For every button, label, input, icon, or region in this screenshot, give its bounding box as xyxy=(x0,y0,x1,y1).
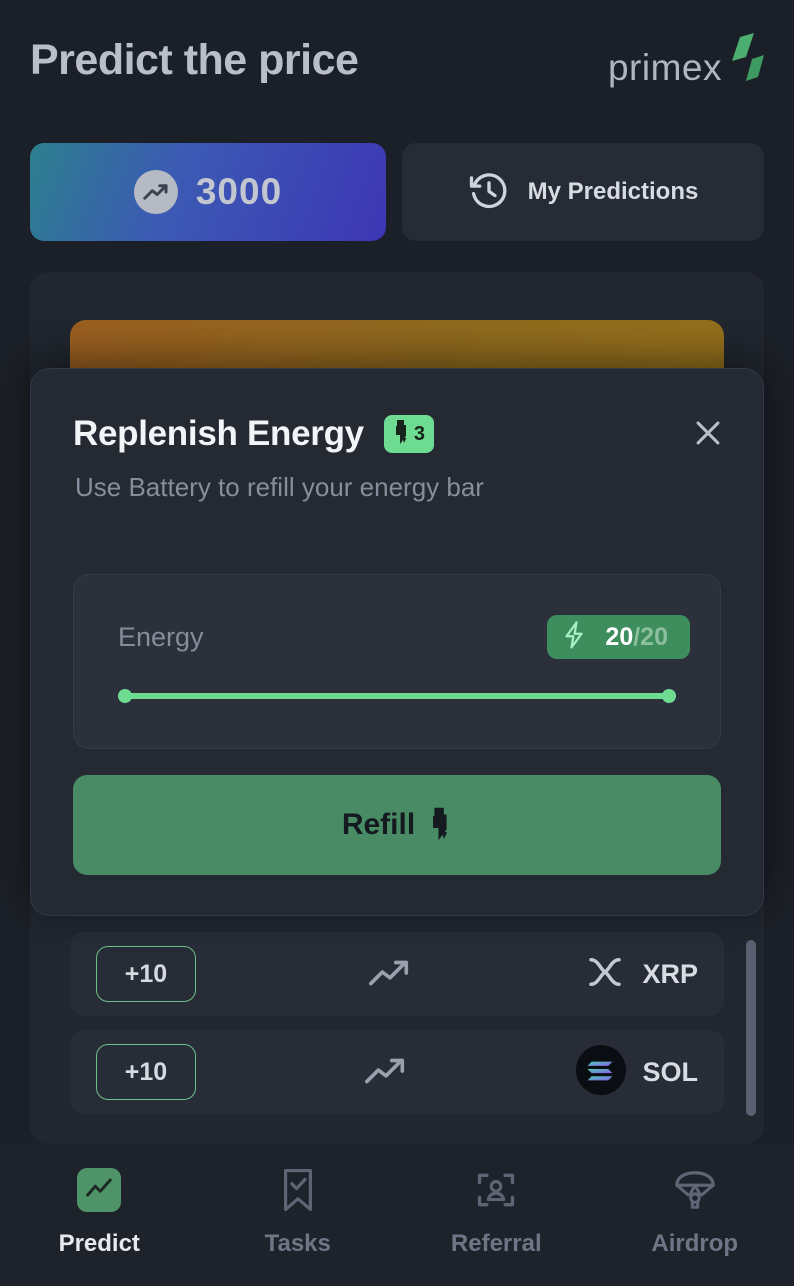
reward-chip: +10 xyxy=(96,1044,196,1100)
refill-button-label: Refill xyxy=(341,808,416,841)
battery-count-badge: 3 xyxy=(383,415,434,453)
modal-title: Replenish Energy xyxy=(73,414,364,453)
energy-card: Energy 20/20 xyxy=(73,574,721,749)
list-scrollbar[interactable] xyxy=(746,940,756,1116)
primex-logo-mark-icon xyxy=(720,31,764,89)
energy-max: /20 xyxy=(633,622,668,651)
energy-card-header: Energy 20/20 xyxy=(118,615,690,659)
energy-label: Energy xyxy=(118,621,204,652)
brand-logo-text: primex xyxy=(607,47,722,88)
top-action-row: 3000 My Predictions xyxy=(30,143,764,241)
bottom-navigation: Predict Tasks Referral Airdrop xyxy=(0,1144,794,1286)
nav-label-tasks: Tasks xyxy=(264,1230,331,1257)
parachute-icon xyxy=(671,1166,719,1214)
my-predictions-label: My Predictions xyxy=(527,178,699,205)
energy-progress-end-knob xyxy=(662,689,676,703)
battery-count: 3 xyxy=(413,422,425,445)
energy-value-pill: 20/20 xyxy=(547,615,690,659)
history-clock-icon xyxy=(468,170,510,215)
battery-bolt-icon xyxy=(429,806,452,845)
page-title: Predict the price xyxy=(30,35,359,84)
nav-item-airdrop[interactable]: Airdrop xyxy=(596,1166,794,1258)
page-header: Predict the price primex xyxy=(0,0,794,120)
asset-row[interactable]: +10 SOL xyxy=(70,1030,724,1114)
coin-trending-icon xyxy=(133,170,178,214)
nav-item-referral[interactable]: Referral xyxy=(397,1166,596,1258)
balance-value: 3000 xyxy=(195,171,283,212)
nav-item-tasks[interactable]: Tasks xyxy=(199,1166,398,1258)
energy-progress-bar xyxy=(118,689,676,703)
refill-button[interactable]: Refill xyxy=(73,775,721,875)
asset-list: +10 XRP +10 SOL xyxy=(70,932,724,1128)
modal-subtitle: Use Battery to refill your energy bar xyxy=(75,472,484,502)
asset-symbol: SOL xyxy=(642,1056,698,1087)
modal-header: Replenish Energy 3 xyxy=(73,411,731,457)
brand-logo: primex xyxy=(608,31,764,89)
asset-identity: XRP xyxy=(584,951,698,998)
nav-label-referral: Referral xyxy=(450,1230,542,1257)
close-icon xyxy=(691,416,725,453)
scrollbar-thumb[interactable] xyxy=(746,940,756,1116)
close-button[interactable] xyxy=(685,411,731,457)
asset-identity: SOL xyxy=(576,1044,698,1100)
nav-label-predict: Predict xyxy=(58,1230,140,1257)
bookmark-check-icon xyxy=(274,1166,322,1214)
asset-row[interactable]: +10 XRP xyxy=(70,932,724,1016)
chart-line-icon xyxy=(75,1166,123,1214)
sol-icon xyxy=(576,1044,627,1100)
trending-up-icon xyxy=(363,1054,409,1090)
energy-progress-start-knob xyxy=(118,689,132,703)
energy-progress-fill xyxy=(118,693,676,699)
nav-item-predict[interactable]: Predict xyxy=(0,1166,199,1258)
energy-readout: 20/20 xyxy=(605,623,668,652)
reward-chip: +10 xyxy=(96,946,196,1002)
asset-symbol: XRP xyxy=(642,958,698,989)
trending-up-icon xyxy=(367,956,413,992)
my-predictions-button[interactable]: My Predictions xyxy=(402,143,764,241)
balance-button[interactable]: 3000 xyxy=(30,143,386,241)
energy-current: 20 xyxy=(605,622,634,651)
xrp-icon xyxy=(584,951,626,998)
replenish-energy-modal: Replenish Energy 3 Use Battery to refill… xyxy=(30,368,764,916)
nav-label-airdrop: Airdrop xyxy=(651,1230,739,1257)
person-scan-icon xyxy=(472,1166,520,1214)
battery-bolt-icon xyxy=(393,419,410,450)
app-root: Predict the price primex 3000 My Predict… xyxy=(0,0,794,1286)
lightning-bolt-icon xyxy=(561,620,587,655)
